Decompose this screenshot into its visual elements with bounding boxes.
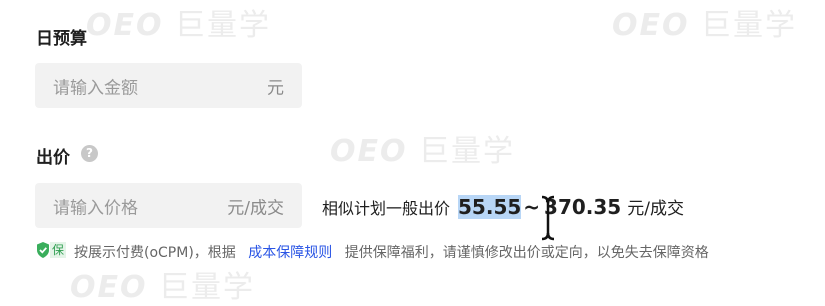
shield-check-icon [37, 242, 49, 258]
budget-title: 日预算 [36, 29, 87, 49]
bid-input-placeholder: 请输入价格 [53, 198, 138, 218]
guarantee-badge-label: 保 [50, 242, 67, 258]
guarantee-note-text: 按展示付费(oCPM)，根据 [74, 245, 236, 261]
budget-input-placeholder: 请输入金额 [53, 78, 138, 98]
bid-range-unit: 元/成交 [627, 199, 684, 219]
bid-range-low: 55.55 [458, 195, 522, 219]
budget-unit: 元 [267, 78, 284, 98]
guarantee-note: 按展示付费(oCPM)，根据 成本保障规则 提供保障福利，请谨慎修改出价或定向，… [74, 242, 709, 262]
text-cursor-icon [541, 195, 555, 241]
watermark: OEO 巨量学 [330, 134, 516, 169]
guarantee-note-suffix: 提供保障福利，请谨慎修改出价或定向，以免失去保障资格 [344, 245, 709, 261]
cost-guarantee-rules-link[interactable]: 成本保障规则 [248, 245, 332, 261]
bid-input[interactable]: 请输入价格 元/成交 [35, 183, 302, 228]
bid-range-separator: ~ [523, 195, 541, 219]
budget-input[interactable]: 请输入金额 元 [35, 63, 302, 108]
guarantee-badge: 保 [36, 242, 67, 258]
watermark: OEO 巨量学 [70, 270, 256, 305]
bid-suggestion-label: 相似计划一般出价 [322, 199, 451, 218]
question-circle-icon[interactable]: ? [81, 145, 98, 162]
watermark: OEO 巨量学 [612, 8, 798, 43]
watermark: OEO 巨量学 [86, 8, 272, 43]
bid-title: 出价 [36, 148, 70, 168]
bid-suggestion: 相似计划一般出价 55.55 ~ 370.35 元/成交 [322, 194, 684, 219]
bid-unit: 元/成交 [227, 198, 284, 218]
